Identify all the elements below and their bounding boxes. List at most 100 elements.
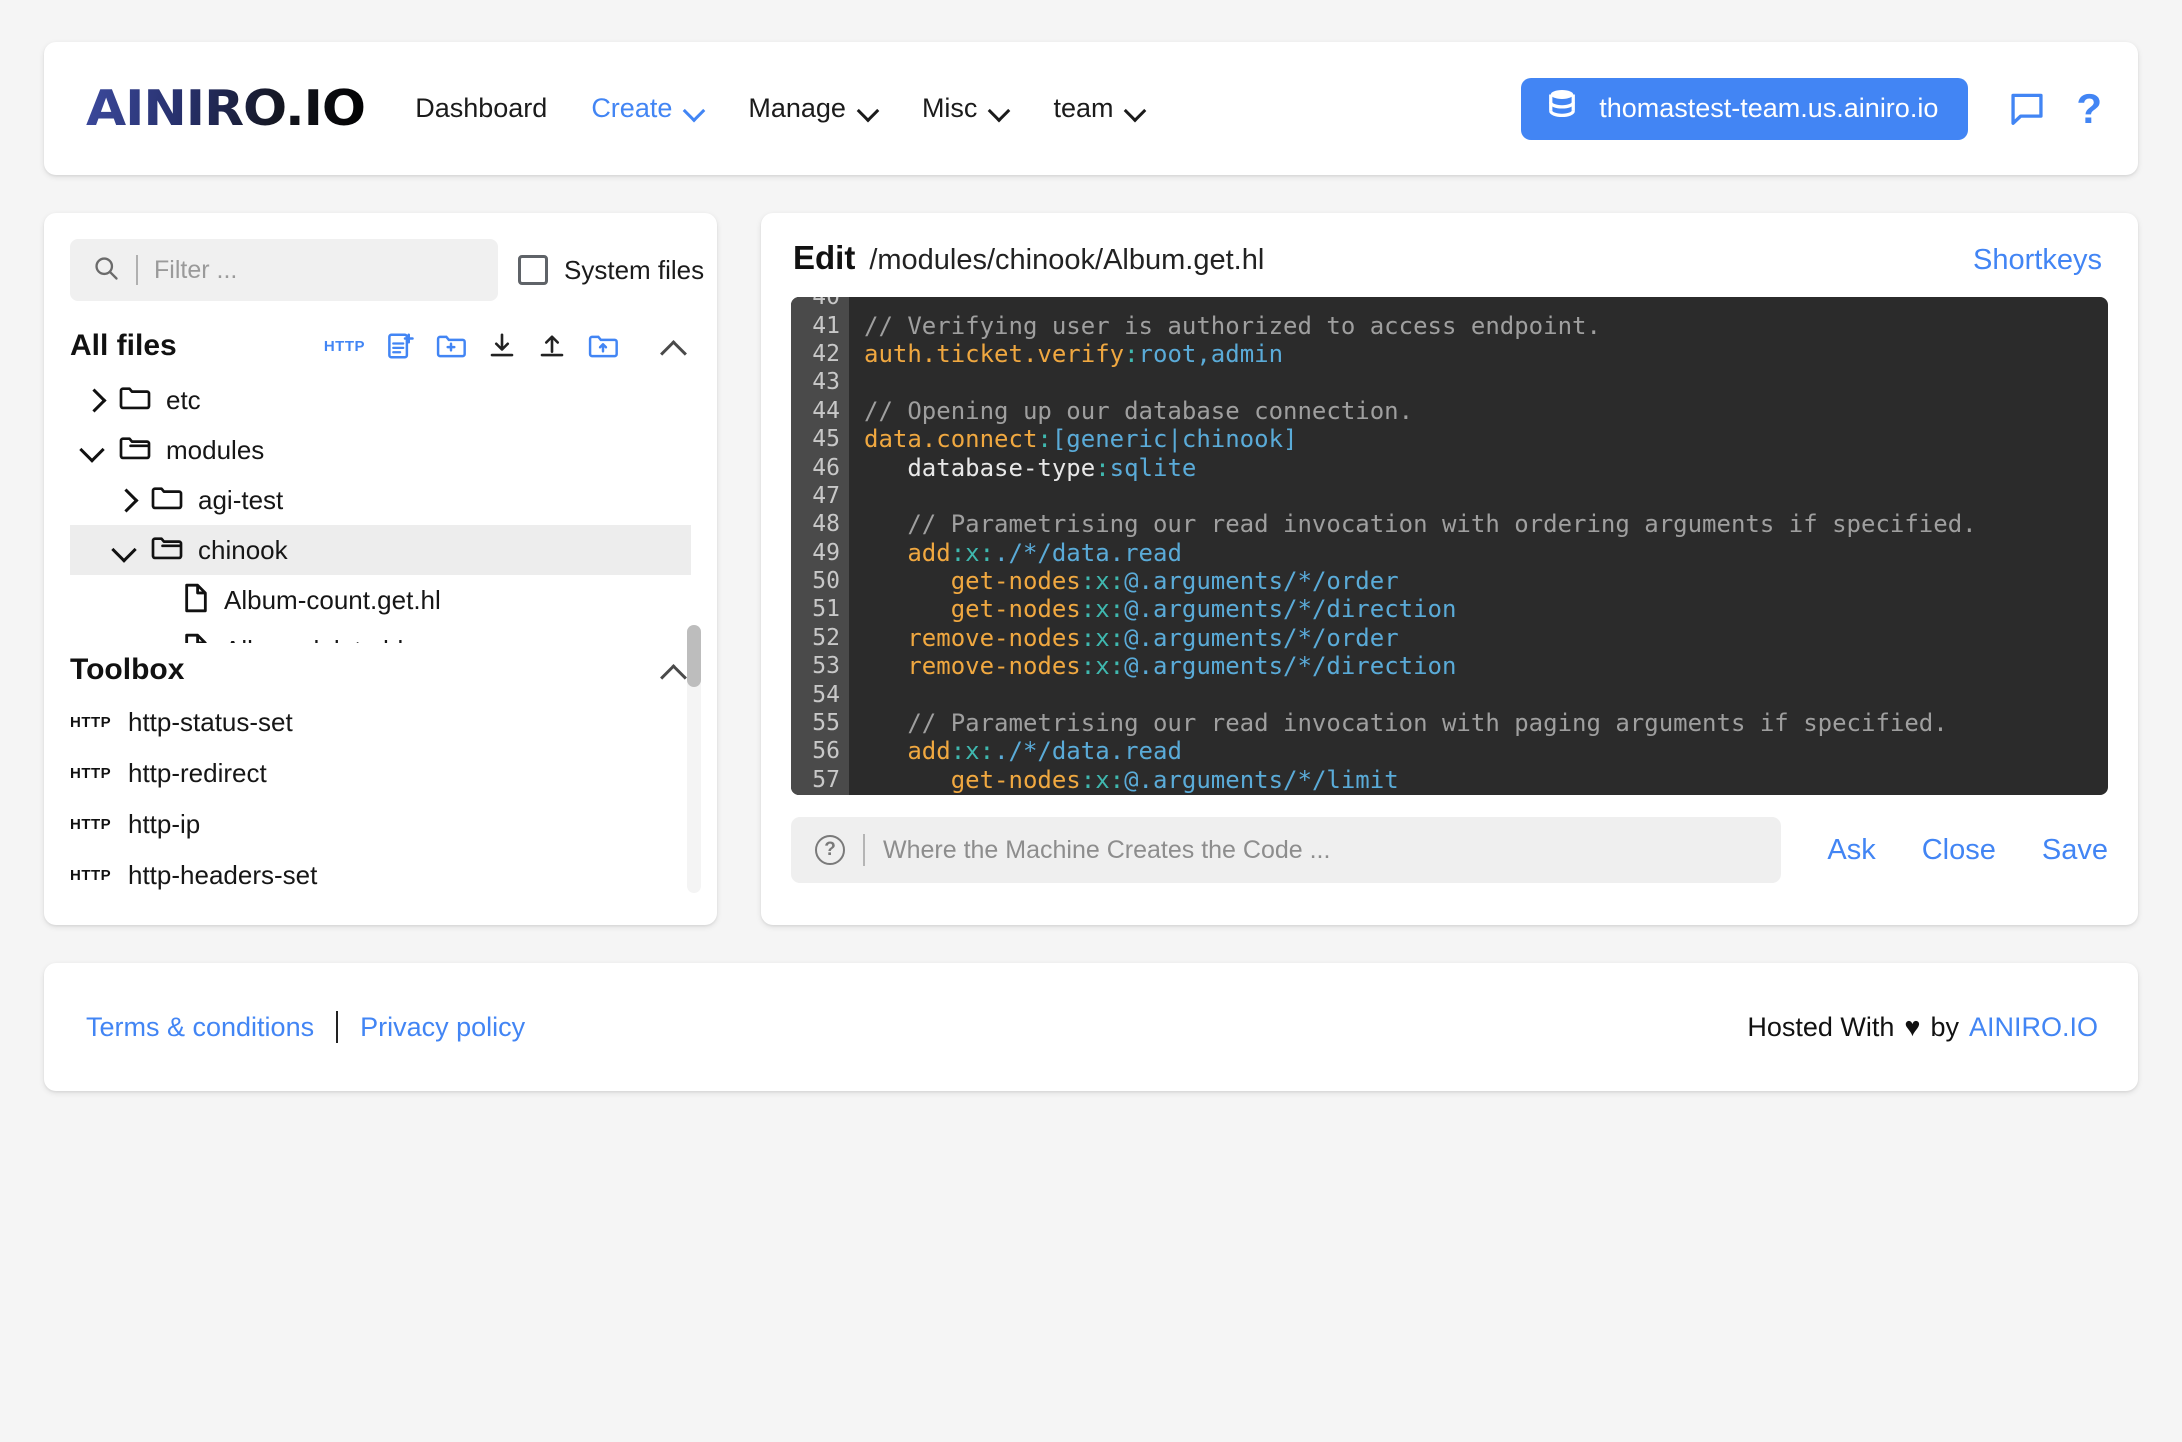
line-content: get-nodes:x:@.arguments/*/order [849,567,1399,595]
code-token-col: :x: [1081,794,1124,795]
code-line: 42 auth.ticket.verify:root,admin [791,340,2108,368]
toolbox-item[interactable]: HTTP http-ip [70,799,691,850]
toolbox-item[interactable]: HTTP http-headers-set [70,850,691,901]
file-icon [182,582,210,619]
toolbox-item-label: http-status-set [128,707,293,737]
code-token-col: :x: [1080,567,1125,596]
new-file-icon[interactable] [385,331,415,361]
upload-icon[interactable] [537,331,567,361]
code-line: 48 // Parametrising our read invocation … [791,510,2108,538]
footer-brand-link[interactable]: AINIRO.IO [1969,1012,2098,1043]
code-line: 45 data.connect:[generic|chinook] [791,425,2108,453]
http-tag[interactable]: HTTP [324,338,365,355]
code-token-col: :x: [1080,595,1125,624]
nav-item-team[interactable]: team [1053,93,1145,124]
tree-folder-row[interactable]: chinook [70,525,691,575]
toolbox-toolbar [639,662,687,678]
code-area[interactable]: 40 41 // Verifying user is authorized to a… [791,297,2108,795]
domain-button[interactable]: thomastest-team.us.ainiro.io [1521,77,1969,140]
nav-item-create[interactable]: Create [591,93,704,124]
ask-button[interactable]: Ask [1827,834,1875,867]
open-files-header: Open files [70,921,691,925]
chevron-right-icon[interactable] [112,487,138,513]
toolbox-item-label: http-headers-set [128,860,318,890]
line-number: 57 [812,766,840,793]
code-token-col: : [1037,425,1052,454]
download-icon[interactable] [487,331,517,361]
line-content: auth.ticket.verify:root,admin [849,340,1283,368]
nav-item-dashboard[interactable]: Dashboard [415,93,547,124]
chevron-down-icon[interactable] [990,103,1009,114]
chevron-down-icon[interactable] [80,437,106,463]
code-token-val: @.arguments/*/offset [1124,794,1413,795]
editor-title: Edit [793,239,856,276]
toolbox-item[interactable]: HTTP http-status-set [70,697,691,748]
hosted-mid: by [1930,1011,1959,1042]
prompt-box[interactable]: ? [791,817,1782,883]
tree-file-row[interactable]: Album.delete.hl [70,625,691,643]
help-question-icon[interactable]: ? [2076,87,2102,130]
file-tree-scrollbar[interactable] [687,625,701,893]
chevron-right-icon[interactable] [80,387,106,413]
nav-item-manage[interactable]: Manage [748,93,878,124]
toolbox-item-label: http-headers-get [128,911,319,915]
file-tree-scroll-thumb[interactable] [687,625,701,687]
toolbox-collapse-icon[interactable] [661,662,687,678]
privacy-link[interactable]: Privacy policy [360,1012,525,1043]
code-line: 55 // Parametrising our read invocation … [791,709,2108,737]
shortkeys-link[interactable]: Shortkeys [1973,244,2102,277]
chevron-down-icon[interactable] [1126,103,1145,114]
code-line: 52 remove-nodes:x:@.arguments/*/order [791,624,2108,652]
folder-closed-icon [150,484,184,517]
close-button[interactable]: Close [1922,834,1996,867]
main-content: System files All files HTTP [44,213,2138,925]
filter-input[interactable] [154,255,476,285]
nav-item-misc[interactable]: Misc [922,93,1010,124]
code-line: 56 add:x:./*/data.read [791,737,2108,765]
filter-box[interactable] [70,239,498,301]
folder-open-icon [150,534,184,567]
save-button[interactable]: Save [2042,834,2108,867]
terms-link[interactable]: Terms & conditions [86,1012,314,1043]
code-line: 57 get-nodes:x:@.arguments/*/limit [791,766,2108,794]
chevron-down-icon[interactable] [112,537,138,563]
tree-folder-row[interactable]: agi-test [70,475,691,525]
line-content: // Opening up our database connection. [849,397,1413,425]
prompt-row: ? Ask Close Save [791,817,2108,883]
new-folder-icon[interactable] [435,331,467,361]
code-token-val: root,admin [1138,339,1284,368]
code-token-col: : [1124,339,1139,368]
code-line: 58 get-nodes:x:@.arguments/*/offset [791,794,2108,795]
toolbox-item[interactable]: HTTPhttp-headers-get [70,901,691,915]
prompt-divider [863,834,865,866]
tree-folder-row[interactable]: etc [70,375,691,425]
upload-folder-icon[interactable] [587,331,619,361]
code-line: 49 add:x:./*/data.read [791,539,2108,567]
prompt-help-icon[interactable]: ? [815,835,845,865]
ainiro-logo[interactable]: AINIRO.IO [86,80,366,137]
code-token-val: [generic|chinook] [1051,425,1298,454]
line-content: remove-nodes:x:@.arguments/*/direction [849,652,1456,680]
line-content: database-type:sqlite [849,454,1196,482]
code-token-key: remove-nodes [864,652,1081,681]
code-token-txt: database-type [864,453,1096,482]
system-files-checkbox[interactable] [518,255,548,285]
tree-file-row[interactable]: Album-count.get.hl [70,575,691,625]
toolbox-item-label: http-ip [128,809,201,839]
footer-divider [336,1011,339,1043]
system-files-toggle[interactable]: System files [518,255,704,286]
line-number: 48 [812,511,840,538]
code-token-key: auth.ticket.verify [864,339,1125,368]
chevron-down-icon[interactable] [859,103,878,114]
chat-bubble-icon[interactable] [2008,90,2046,128]
prompt-input[interactable] [883,835,1758,865]
folder-closed-icon [118,384,152,417]
toolbox-header: Toolbox [70,653,691,687]
all-files-collapse-icon[interactable] [661,338,687,354]
tree-folder-row[interactable]: modules [70,425,691,475]
code-token-key: get-nodes [864,794,1081,795]
chevron-down-icon[interactable] [685,103,704,114]
toolbox-item[interactable]: HTTP http-redirect [70,748,691,799]
toolbox-item-label: http-redirect [128,758,267,788]
line-number: 54 [812,681,840,708]
